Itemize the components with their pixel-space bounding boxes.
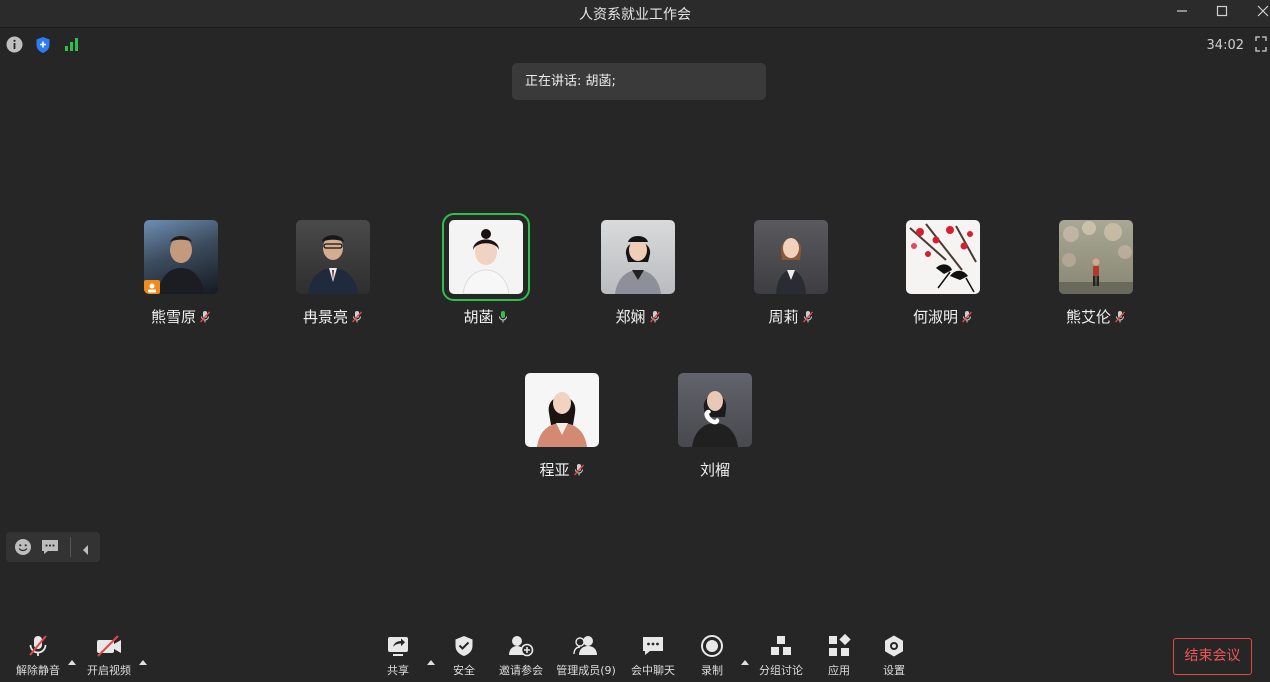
invite-label: 邀请参会: [499, 664, 543, 677]
participant-name: 胡菡: [463, 308, 494, 326]
mic-muted-icon: [649, 310, 660, 322]
participant-name: 何淑明: [912, 308, 958, 326]
signal-icon[interactable]: [64, 36, 80, 56]
avatar: [906, 220, 980, 294]
participant-tile[interactable]: 熊艾伦: [1050, 220, 1142, 327]
start-video-button[interactable]: 开启视频: [72, 634, 146, 678]
avatar: [754, 220, 828, 294]
minimize-icon[interactable]: [1170, 2, 1194, 24]
title-bar: 人资系就业工作会: [0, 0, 1270, 28]
mic-muted-icon: [1114, 310, 1126, 322]
host-badge-icon: [144, 280, 160, 294]
chat-icon: [643, 637, 663, 655]
maximize-icon[interactable]: [1210, 2, 1234, 24]
collapse-left-icon[interactable]: [81, 541, 91, 560]
unmute-label: 解除静音: [16, 664, 60, 677]
shield-check-icon: [455, 636, 473, 656]
participant-name: 冉景亮: [302, 308, 348, 326]
participant-name: 程亚: [539, 461, 570, 479]
participants-icon: [573, 636, 597, 655]
meeting-timer: 34:02: [1206, 38, 1244, 53]
participant-tile[interactable]: 郑娴: [592, 220, 684, 327]
participant-tile[interactable]: 熊雪原: [135, 220, 227, 327]
participant-name: 郑娴: [615, 308, 646, 326]
record-button[interactable]: 录制: [675, 634, 749, 678]
speaking-indicator: 正在讲话: 胡菡;: [512, 63, 766, 100]
breakout-icon: [771, 636, 791, 655]
participant-tile[interactable]: 周莉: [745, 220, 837, 327]
shield-icon[interactable]: [35, 36, 51, 56]
avatar: [601, 220, 675, 294]
avatar: [678, 373, 752, 447]
invite-button[interactable]: 邀请参会: [484, 634, 558, 678]
close-icon[interactable]: [1251, 2, 1270, 24]
avatar: [1059, 220, 1133, 294]
mic-off-icon: [29, 635, 47, 656]
participant-name: 周莉: [768, 308, 799, 326]
participant-name: 熊雪原: [150, 308, 196, 326]
video-options-caret-icon[interactable]: [138, 651, 148, 665]
participant-tile-active[interactable]: 胡菡: [440, 213, 532, 327]
emoji-icon[interactable]: [14, 538, 32, 560]
window-title: 人资系就业工作会: [579, 7, 691, 23]
avatar: [525, 373, 599, 447]
participant-name: 刘榴: [699, 461, 730, 479]
avatar: [144, 220, 218, 294]
share-screen-icon: [388, 637, 408, 656]
start-video-label: 开启视频: [87, 664, 131, 677]
record-icon: [701, 635, 723, 657]
participant-tile[interactable]: 刘榴: [669, 373, 761, 480]
mic-speaking-icon: [498, 310, 507, 322]
unmute-button[interactable]: 解除静音: [1, 634, 75, 678]
participant-tile[interactable]: 何淑明: [897, 220, 989, 327]
avatar: [442, 213, 530, 301]
mic-muted-icon: [961, 310, 973, 322]
participant-name: 熊艾伦: [1065, 308, 1111, 326]
share-button[interactable]: 共享: [361, 634, 435, 678]
gear-icon: [885, 635, 903, 657]
manage-participants-button[interactable]: 管理成员(9): [549, 634, 623, 678]
share-label: 共享: [387, 664, 409, 677]
avatar: [296, 220, 370, 294]
add-user-icon: [509, 636, 534, 657]
settings-label: 设置: [883, 664, 905, 677]
video-off-icon: [97, 635, 121, 657]
record-label: 录制: [701, 664, 723, 677]
fullscreen-icon[interactable]: [1255, 36, 1267, 56]
comment-icon[interactable]: [41, 539, 59, 559]
settings-button[interactable]: 设置: [857, 634, 931, 678]
reaction-bar: [6, 532, 100, 562]
divider: [70, 537, 71, 557]
mic-muted-icon: [199, 310, 211, 322]
end-meeting-button[interactable]: 结束会议: [1173, 638, 1252, 675]
manage-participants-label: 管理成员(9): [556, 664, 616, 677]
apps-icon: [829, 634, 851, 656]
participant-tile[interactable]: 冉景亮: [287, 220, 379, 327]
meeting-toolbar: 解除静音 开启视频 共享 安全 邀请参会 管理成员(9) 会中聊天 录制 分组讨…: [0, 624, 1270, 682]
mic-muted-icon: [573, 463, 584, 475]
info-icon[interactable]: [6, 36, 23, 56]
mic-muted-icon: [351, 310, 363, 322]
mic-muted-icon: [802, 310, 813, 322]
participant-tile[interactable]: 程亚: [516, 373, 608, 480]
